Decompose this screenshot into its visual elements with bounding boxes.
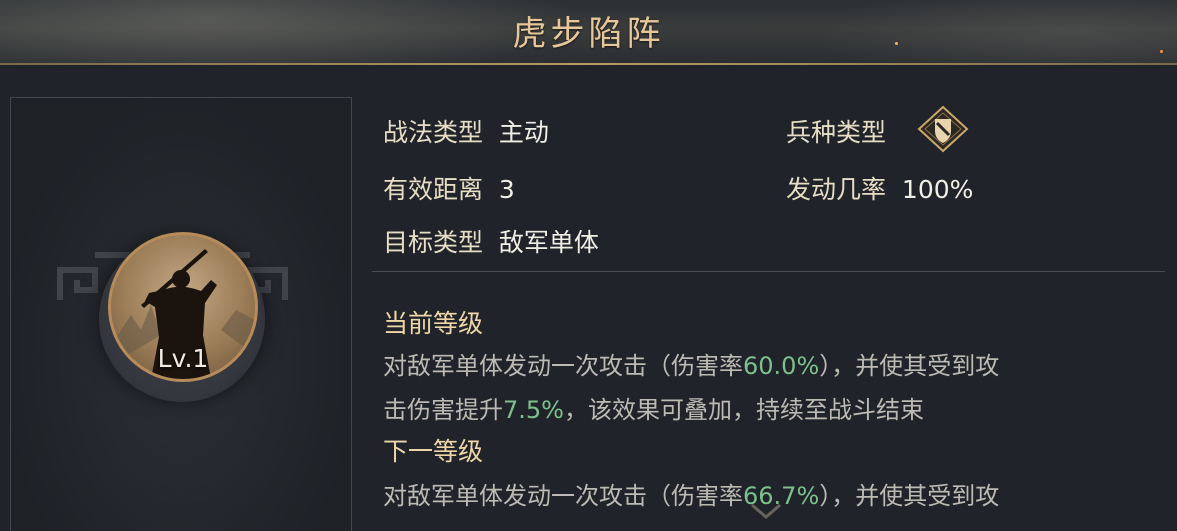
current-damage-rate: 60.0% (743, 352, 820, 380)
trigger-rate-label: 发动几率 (786, 175, 887, 204)
next-desc-1b: ），并使其受到攻 (819, 482, 1000, 510)
skill-level: Lv.1 (157, 344, 209, 373)
current-level-heading: 当前等级 (383, 309, 484, 338)
scroll-down-chevron-icon[interactable] (748, 500, 784, 522)
troop-type-label: 兵种类型 (786, 118, 887, 147)
ember-decoration (1160, 50, 1163, 53)
skill-type-value: 主动 (498, 118, 549, 147)
skill-type-row: 战法类型 主动 (383, 113, 549, 149)
current-desc-1b: ），并使其受到攻 (819, 352, 1000, 380)
range-label: 有效距离 (383, 175, 484, 204)
trigger-rate-value: 100% (901, 175, 974, 204)
skill-type-label: 战法类型 (383, 118, 484, 147)
next-desc-1a: 对敌军单体发动一次攻击（伤害率 (383, 482, 743, 510)
current-damage-bonus: 7.5% (503, 396, 564, 424)
ember-decoration (895, 42, 898, 45)
title-divider (0, 63, 1177, 65)
range-value: 3 (498, 175, 515, 204)
target-row: 目标类型 敌军单体 (383, 223, 599, 259)
trigger-rate-row: 发动几率 100% (786, 170, 973, 206)
current-desc-2b: ，该效果可叠加，持续至战斗结束 (563, 396, 924, 424)
current-desc-1a: 对敌军单体发动一次攻击（伤害率 (383, 352, 743, 380)
range-row: 有效距离 3 (383, 170, 515, 206)
target-label: 目标类型 (383, 228, 484, 257)
current-desc-line-2: 击伤害提升7.5%，该效果可叠加，持续至战斗结束 (383, 390, 924, 425)
section-divider (372, 271, 1165, 272)
shield-icon[interactable] (917, 105, 969, 153)
current-desc-2a: 击伤害提升 (383, 396, 503, 424)
troop-type-row: 兵种类型 (786, 113, 886, 149)
next-desc-line-1: 对敌军单体发动一次攻击（伤害率66.7%），并使其受到攻 (383, 476, 999, 511)
next-level-heading: 下一等级 (383, 437, 484, 466)
skill-title: 虎步陷阵 (512, 14, 665, 54)
current-desc-line-1: 对敌军单体发动一次攻击（伤害率60.0%），并使其受到攻 (383, 346, 999, 381)
target-value: 敌军单体 (498, 228, 599, 257)
